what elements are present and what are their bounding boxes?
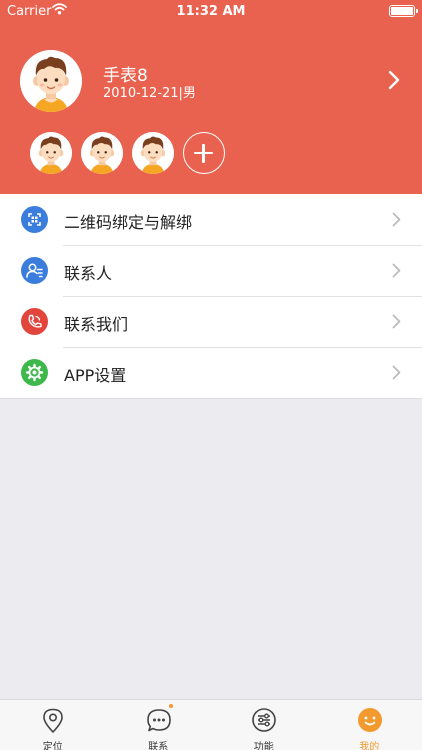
menu-item-contact-us[interactable]: 联系我们 [0,296,422,347]
watch-avatar[interactable] [81,132,123,174]
tab-label: 我的 [359,742,380,750]
watch-avatar[interactable] [132,132,174,174]
menu-item-label: 二维码绑定与解绑 [64,213,193,232]
tab-mine[interactable]: 我的 [317,700,422,750]
status-bar: Carrier 11:32 AM [0,0,422,24]
menu-item-app-settings[interactable]: APP设置 [0,347,422,398]
tab-label: 联系 [148,742,169,750]
tab-location[interactable]: 定位 [0,700,106,750]
chevron-right-icon [392,365,401,384]
chevron-right-icon [392,212,401,231]
watch-switcher [0,132,422,174]
chevron-right-icon [392,263,401,282]
qrcode-scan-icon [21,206,48,233]
add-watch-button[interactable] [183,132,225,174]
chat-bubble-icon [146,707,172,739]
menu-item-contacts[interactable]: 联系人 [0,245,422,296]
gear-icon [21,359,48,386]
menu-item-label: APP设置 [64,366,127,385]
tab-label: 功能 [253,742,274,750]
tab-contact[interactable]: 联系 [106,700,212,750]
profile-header: Carrier 11:32 AM 手表8 2010-12-21|男 [0,0,422,194]
location-pin-icon [40,707,66,739]
clock-time: 11:32 AM [176,4,246,19]
menu-item-qrcode-binding[interactable]: 二维码绑定与解绑 [0,194,422,245]
profile-card[interactable]: 手表8 2010-12-21|男 [0,46,422,118]
watch-avatar[interactable] [30,132,72,174]
profile-birthdate-gender: 2010-12-21|男 [103,86,196,101]
tab-label: 定位 [42,742,63,750]
sliders-icon [251,707,277,739]
battery-icon [389,5,418,17]
chevron-right-icon [388,70,400,94]
menu-item-label: 联系我们 [64,315,129,334]
smiley-face-icon [357,707,383,739]
notification-dot [168,704,173,708]
tab-functions[interactable]: 功能 [211,700,317,750]
tab-bar: 定位 联系 功能 我的 [0,699,422,750]
phone-call-icon [21,308,48,335]
menu-item-label: 联系人 [64,264,113,283]
settings-menu: 二维码绑定与解绑 联系人 联系我们 APP设置 [0,194,422,399]
contact-person-icon [21,257,48,284]
avatar[interactable] [20,50,82,112]
chevron-right-icon [392,314,401,333]
